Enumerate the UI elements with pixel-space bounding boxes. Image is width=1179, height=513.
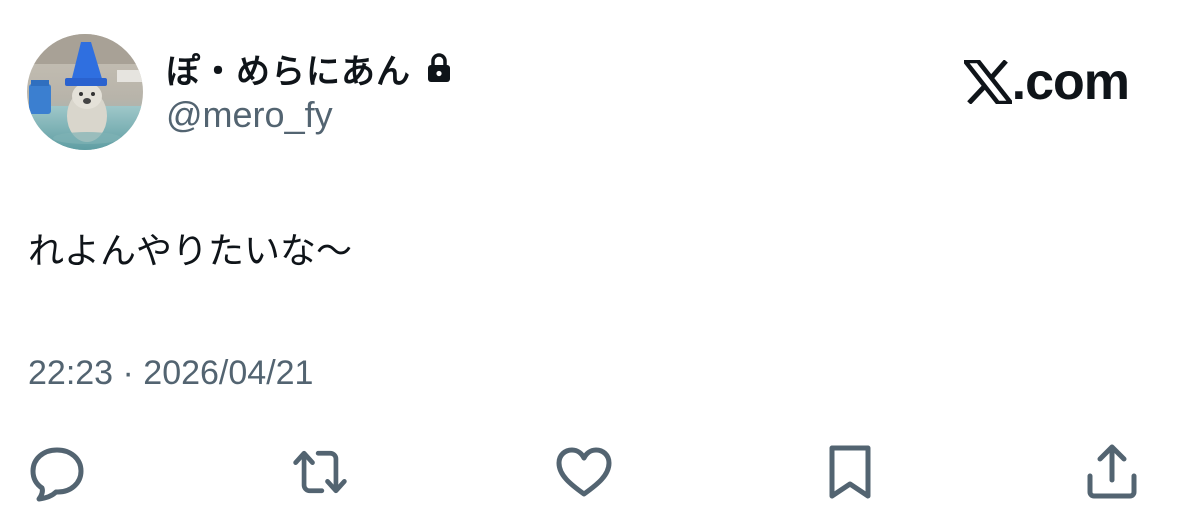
bookmark-button[interactable] bbox=[818, 440, 882, 504]
share-button[interactable] bbox=[1080, 440, 1144, 504]
avatar-image bbox=[27, 34, 143, 150]
repost-icon bbox=[293, 450, 347, 494]
brand-text: .com bbox=[1011, 53, 1130, 111]
share-icon bbox=[1087, 444, 1137, 499]
heart-icon bbox=[556, 447, 612, 497]
repost-button[interactable] bbox=[288, 440, 352, 504]
lock-icon bbox=[425, 52, 453, 84]
avatar[interactable] bbox=[27, 34, 143, 150]
x-logo-icon bbox=[959, 58, 1016, 106]
action-bar bbox=[0, 440, 1179, 504]
tweet-text: れよんやりたいな〜 bbox=[28, 231, 353, 272]
bookmark-icon bbox=[829, 445, 871, 499]
like-button[interactable] bbox=[552, 440, 616, 504]
tweet-timestamp[interactable]: 22:23 · 2026/04/21 bbox=[28, 354, 313, 393]
speech-bubble-icon bbox=[30, 447, 84, 502]
user-handle[interactable]: @mero_fy bbox=[166, 94, 333, 136]
reply-button[interactable] bbox=[25, 440, 89, 504]
tweet-card: ぽ・めらにあん @mero_fy .com れよんやりたいな〜 22:23 · … bbox=[0, 0, 1179, 513]
brand-logo: .com bbox=[959, 52, 1130, 112]
display-name[interactable]: ぽ・めらにあん bbox=[166, 44, 411, 93]
display-name-row: ぽ・めらにあん bbox=[166, 44, 453, 92]
